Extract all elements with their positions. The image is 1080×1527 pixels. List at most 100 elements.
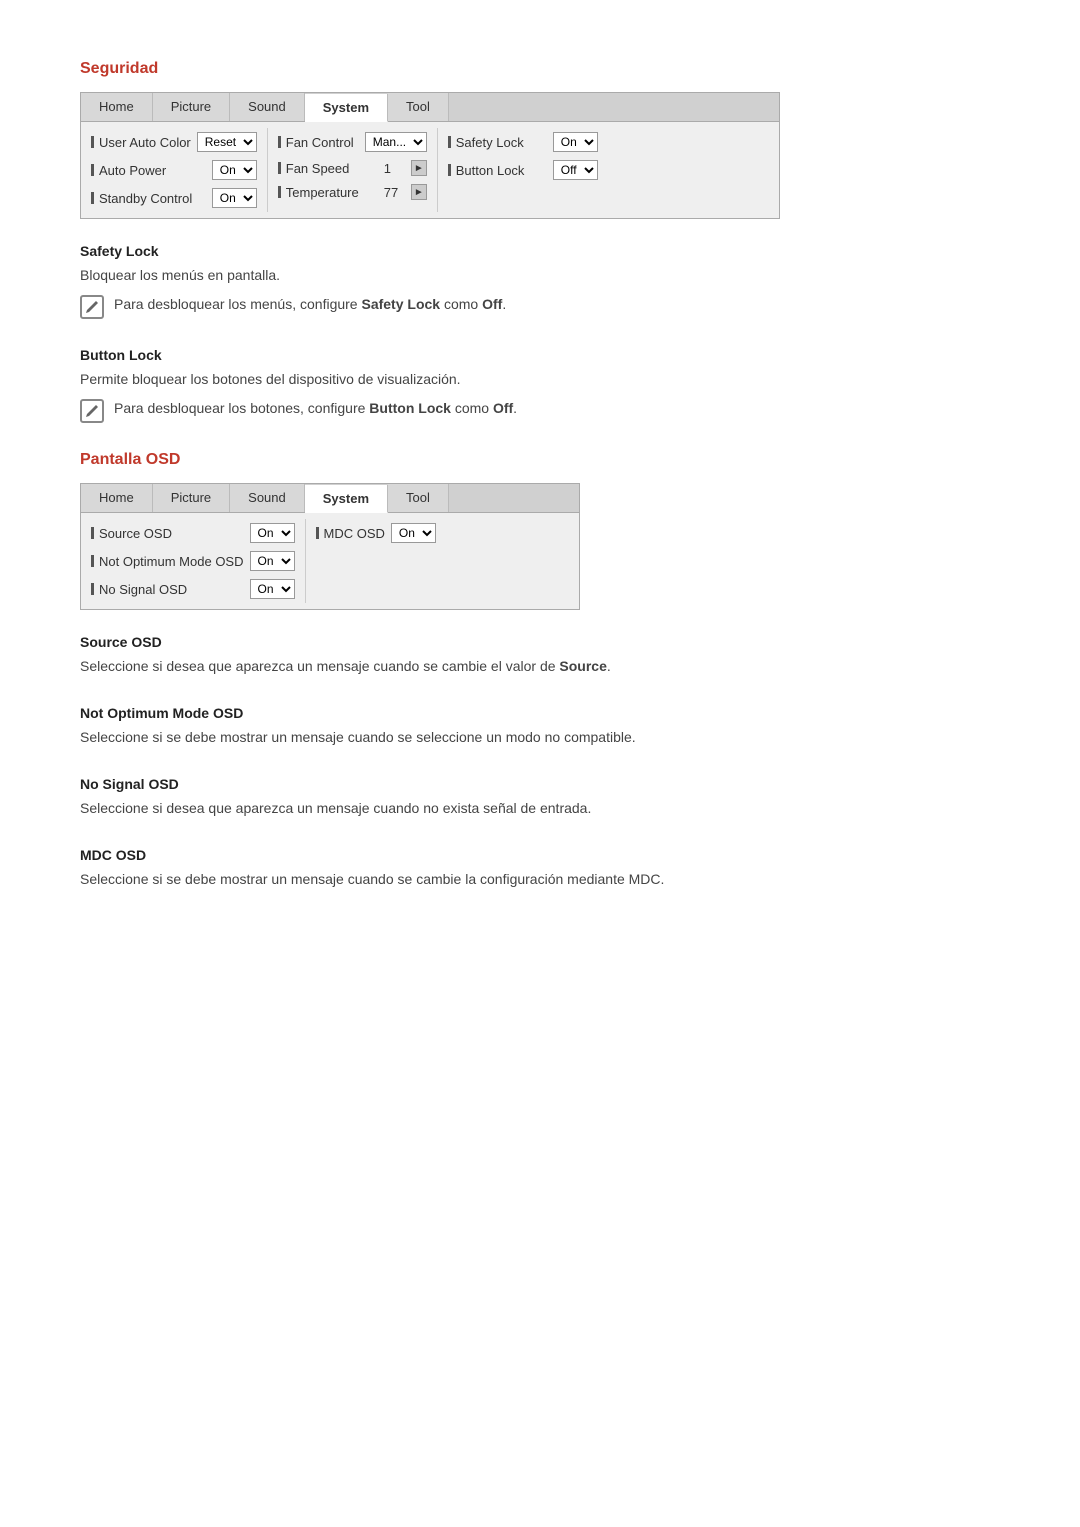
seguridad-section: Seguridad Home Picture Sound System Tool… — [80, 60, 1000, 423]
fan-control-select[interactable]: Man... Auto — [365, 132, 427, 152]
standby-control-bar — [91, 192, 94, 204]
source-osd-select[interactable]: On Off — [250, 523, 295, 543]
standby-control-row: Standby Control On Off — [91, 184, 257, 212]
seguridad-menu-body: User Auto Color Reset Auto Power On Off … — [81, 122, 779, 218]
not-optimum-osd-body: Seleccione si se debe mostrar un mensaje… — [80, 727, 1000, 748]
seguridad-menu-table: Home Picture Sound System Tool User Auto… — [80, 92, 780, 219]
pantalla-osd-title: Pantalla OSD — [80, 451, 1000, 469]
tab-sound-osd[interactable]: Sound — [230, 484, 305, 512]
fan-speed-label: Fan Speed — [286, 161, 378, 176]
source-osd-row: Source OSD On Off — [91, 519, 295, 547]
user-auto-color-select[interactable]: Reset — [197, 132, 257, 152]
seguridad-col-2: Fan Control Man... Auto Fan Speed 1 ► Te… — [268, 128, 438, 212]
mdc-osd-subtitle: MDC OSD — [80, 847, 1000, 863]
fan-speed-value: 1 — [384, 161, 408, 176]
safety-lock-note-icon — [80, 295, 104, 319]
source-osd-desc: Source OSD Seleccione si desea que apare… — [80, 634, 1000, 677]
fan-speed-arrow[interactable]: ► — [411, 160, 427, 176]
safety-lock-label: Safety Lock — [456, 135, 547, 150]
fan-speed-row: Fan Speed 1 ► — [278, 156, 427, 180]
tab-tool-osd[interactable]: Tool — [388, 484, 449, 512]
seguridad-col-3: Safety Lock On Off Button Lock Off On — [438, 128, 608, 212]
no-signal-osd-bar — [91, 583, 94, 595]
safety-lock-body: Bloquear los menús en pantalla. — [80, 265, 1000, 286]
button-lock-bar — [448, 164, 451, 176]
tab-system-osd[interactable]: System — [305, 485, 388, 513]
no-signal-osd-desc: No Signal OSD Seleccione si desea que ap… — [80, 776, 1000, 819]
tab-picture-seg[interactable]: Picture — [153, 93, 230, 121]
mdc-osd-desc: MDC OSD Seleccione si se debe mostrar un… — [80, 847, 1000, 890]
button-lock-label: Button Lock — [456, 163, 547, 178]
pencil-icon — [85, 300, 99, 314]
not-optimum-osd-label: Not Optimum Mode OSD — [99, 554, 244, 569]
auto-power-label: Auto Power — [99, 163, 206, 178]
source-osd-subtitle: Source OSD — [80, 634, 1000, 650]
fan-control-label: Fan Control — [286, 135, 359, 150]
tab-home-osd[interactable]: Home — [81, 484, 153, 512]
auto-power-row: Auto Power On Off — [91, 156, 257, 184]
standby-control-label: Standby Control — [99, 191, 206, 206]
source-osd-body: Seleccione si desea que aparezca un mens… — [80, 656, 1000, 677]
safety-lock-select[interactable]: On Off — [553, 132, 598, 152]
button-lock-row: Button Lock Off On — [448, 156, 598, 184]
button-lock-note-icon — [80, 399, 104, 423]
no-signal-osd-body: Seleccione si desea que aparezca un mens… — [80, 798, 1000, 819]
seguridad-menu-tabs: Home Picture Sound System Tool — [81, 93, 779, 122]
no-signal-osd-row: No Signal OSD On Off — [91, 575, 295, 603]
tab-tool-seg[interactable]: Tool — [388, 93, 449, 121]
osd-menu-tabs: Home Picture Sound System Tool — [81, 484, 579, 513]
fan-speed-bar — [278, 162, 281, 174]
temperature-bar — [278, 186, 281, 198]
not-optimum-osd-bar — [91, 555, 94, 567]
not-optimum-osd-subtitle: Not Optimum Mode OSD — [80, 705, 1000, 721]
source-osd-bar — [91, 527, 94, 539]
safety-lock-note: Para desbloquear los menús, configure Sa… — [80, 294, 1000, 319]
fan-control-row: Fan Control Man... Auto — [278, 128, 427, 156]
no-signal-osd-select[interactable]: On Off — [250, 579, 295, 599]
button-lock-select[interactable]: Off On — [553, 160, 598, 180]
safety-lock-note-text: Para desbloquear los menús, configure Sa… — [114, 294, 506, 315]
pantalla-osd-section: Pantalla OSD Home Picture Sound System T… — [80, 451, 1000, 890]
safety-lock-subtitle: Safety Lock — [80, 243, 1000, 259]
not-optimum-osd-row: Not Optimum Mode OSD On Off — [91, 547, 295, 575]
osd-col-1: Source OSD On Off Not Optimum Mode OSD O… — [81, 519, 306, 603]
user-auto-color-row: User Auto Color Reset — [91, 128, 257, 156]
pencil-icon-2 — [85, 404, 99, 418]
button-lock-body: Permite bloquear los botones del disposi… — [80, 369, 1000, 390]
osd-menu-table: Home Picture Sound System Tool Source OS… — [80, 483, 580, 610]
mdc-osd-bar — [316, 527, 319, 539]
user-auto-color-bar — [91, 136, 94, 148]
auto-power-select[interactable]: On Off — [212, 160, 257, 180]
source-osd-label: Source OSD — [99, 526, 244, 541]
osd-menu-body: Source OSD On Off Not Optimum Mode OSD O… — [81, 513, 579, 609]
tab-sound-seg[interactable]: Sound — [230, 93, 305, 121]
mdc-osd-select[interactable]: On Off — [391, 523, 436, 543]
tab-system-seg[interactable]: System — [305, 94, 388, 122]
temperature-row: Temperature 77 ► — [278, 180, 427, 204]
temperature-label: Temperature — [286, 185, 378, 200]
button-lock-subtitle: Button Lock — [80, 347, 1000, 363]
mdc-osd-body: Seleccione si se debe mostrar un mensaje… — [80, 869, 1000, 890]
button-lock-section: Button Lock Permite bloquear los botones… — [80, 347, 1000, 423]
seguridad-title: Seguridad — [80, 60, 1000, 78]
not-optimum-osd-desc: Not Optimum Mode OSD Seleccione si se de… — [80, 705, 1000, 748]
safety-lock-section: Safety Lock Bloquear los menús en pantal… — [80, 243, 1000, 319]
mdc-osd-label: MDC OSD — [324, 526, 385, 541]
button-lock-note: Para desbloquear los botones, configure … — [80, 398, 1000, 423]
safety-lock-bar — [448, 136, 451, 148]
tab-picture-osd[interactable]: Picture — [153, 484, 230, 512]
temperature-value: 77 — [384, 185, 408, 200]
tab-home-seg[interactable]: Home — [81, 93, 153, 121]
seguridad-col-1: User Auto Color Reset Auto Power On Off … — [81, 128, 268, 212]
temperature-arrow[interactable]: ► — [411, 184, 427, 200]
standby-control-select[interactable]: On Off — [212, 188, 257, 208]
not-optimum-osd-select[interactable]: On Off — [250, 551, 295, 571]
auto-power-bar — [91, 164, 94, 176]
no-signal-osd-subtitle: No Signal OSD — [80, 776, 1000, 792]
fan-control-bar — [278, 136, 281, 148]
button-lock-note-text: Para desbloquear los botones, configure … — [114, 398, 517, 419]
user-auto-color-label: User Auto Color — [99, 135, 191, 150]
mdc-osd-row: MDC OSD On Off — [316, 519, 436, 547]
osd-col-2: MDC OSD On Off — [306, 519, 446, 603]
no-signal-osd-label: No Signal OSD — [99, 582, 244, 597]
